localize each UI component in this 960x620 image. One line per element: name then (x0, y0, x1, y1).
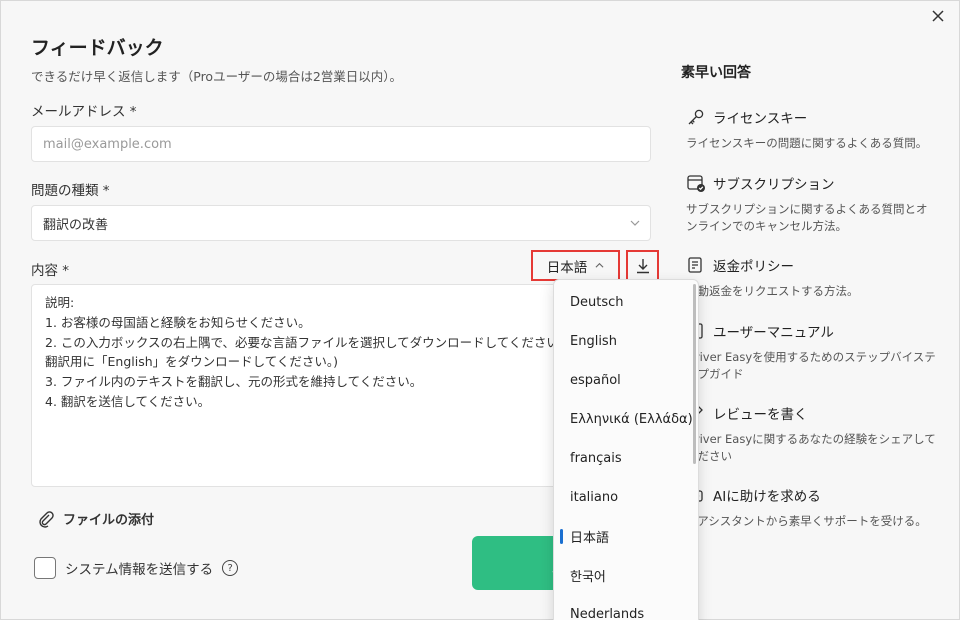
language-option[interactable]: Nederlands (554, 595, 698, 620)
quick-answer-desc: Driver Easyを使用するためのステップバイステップガイド (686, 350, 936, 381)
language-option[interactable]: français (554, 439, 698, 478)
quick-answer-desc: AIアシスタントから素早くサポートを受ける。 (686, 514, 927, 528)
content-line: 説明: (45, 295, 75, 310)
content-line: 1. お客様の母国語と経験をお知らせください。 (45, 314, 311, 330)
content-line: 3. ファイル内のテキストを翻訳し、元の形式を維持してください。 (45, 374, 423, 390)
quick-answer-link[interactable]: サブスクリプション (686, 173, 936, 193)
quick-answer-label: レビューを書く (713, 407, 808, 423)
quick-answer-link[interactable]: ライセンスキー (686, 107, 936, 127)
issue-type-label: 問題の種類 * (31, 183, 110, 199)
content-line: 2. この入力ボックスの右上隅で、必要な言語ファイルを選択してダウンロードしてく… (45, 334, 614, 350)
system-info-label: システム情報を送信する (65, 562, 214, 578)
quick-answer-refund: 返金ポリシー 自動返金をリクエストする方法。 (686, 255, 936, 300)
issue-type-value: 翻訳の改善 (43, 217, 109, 233)
quick-answer-ai-help: AIに助けを求める AIアシスタントから素早くサポートを受ける。 (686, 485, 936, 530)
quick-answer-license-key: ライセンスキー ライセンスキーの問題に関するよくある質問。 (686, 107, 936, 152)
email-field[interactable] (31, 126, 651, 162)
language-dropdown-menu: Deutsch English español Ελληνικά (Ελλάδα… (553, 279, 699, 620)
quick-answer-link[interactable]: レビューを書く (686, 403, 936, 423)
language-option[interactable]: Deutsch (554, 283, 698, 322)
quick-answer-label: ユーザーマニュアル (713, 325, 834, 341)
language-option[interactable]: 한국어 (554, 556, 698, 595)
system-info-checkbox[interactable] (34, 557, 56, 579)
refund-icon (686, 255, 706, 275)
send-system-info: システム情報を送信する ? (34, 557, 239, 579)
content-label: 内容 * (31, 263, 70, 279)
quick-answer-link[interactable]: AIに助けを求める (686, 485, 936, 505)
quick-answer-label: ライセンスキー (713, 111, 808, 127)
email-label: メールアドレス * (31, 104, 137, 120)
chevron-down-icon (630, 220, 640, 226)
quick-answer-desc: 自動返金をリクエストする方法。 (686, 284, 859, 298)
quick-answer-label: サブスクリプション (713, 177, 835, 193)
language-option[interactable]: Ελληνικά (Ελλάδα) (554, 400, 698, 439)
quick-answer-write-review: レビューを書く Driver Easyに関するあなたの経験をシェアしてください (686, 403, 936, 465)
issue-type-select[interactable]: 翻訳の改善 (31, 205, 651, 241)
dropdown-scrollbar[interactable] (693, 284, 696, 464)
quick-answer-subscription: サブスクリプション サブスクリプションに関するよくある質問とオンラインでのキャン… (686, 173, 936, 235)
attach-file-label: ファイルの添付 (63, 513, 155, 528)
close-button[interactable] (927, 5, 949, 27)
paperclip-icon (39, 510, 54, 528)
attach-file-button[interactable]: ファイルの添付 (37, 509, 154, 528)
language-option-selected[interactable]: 日本語 (554, 517, 698, 556)
quick-answer-link[interactable]: ユーザーマニュアル (686, 321, 936, 341)
dialog-title: フィードバック (31, 37, 164, 59)
quick-answers-title: 素早い回答 (681, 65, 751, 81)
quick-answer-desc: Driver Easyに関するあなたの経験をシェアしてください (686, 432, 936, 463)
quick-answer-label: AIに助けを求める (713, 489, 821, 505)
help-icon[interactable]: ? (222, 560, 239, 576)
feedback-dialog: フィードバック できるだけ早く返信します（Proユーザーの場合は2営業日以内）。… (0, 0, 960, 620)
close-icon (932, 10, 944, 22)
language-option[interactable]: English (554, 322, 698, 361)
content-line: 4. 翻訳を送信してください。 (45, 393, 211, 409)
download-icon (636, 258, 649, 273)
subscription-icon (686, 173, 706, 193)
language-option[interactable]: español (554, 361, 698, 400)
quick-answer-desc: ライセンスキーの問題に関するよくある質問。 (686, 136, 928, 150)
language-select-button[interactable]: 日本語 (531, 250, 620, 281)
language-select-value: 日本語 (546, 259, 588, 276)
chevron-up-icon (595, 262, 604, 268)
content-line: 翻訳用に「English」をダウンロードしてください。) (45, 354, 339, 370)
language-option[interactable]: italiano (554, 478, 698, 517)
quick-answer-user-manual: ユーザーマニュアル Driver Easyを使用するためのステップバイステップガ… (686, 321, 936, 383)
quick-answer-label: 返金ポリシー (713, 259, 794, 275)
dialog-subtitle: できるだけ早く返信します（Proユーザーの場合は2営業日以内）。 (31, 69, 403, 84)
key-icon (686, 107, 706, 127)
download-language-file-button[interactable] (626, 250, 659, 281)
quick-answer-link[interactable]: 返金ポリシー (686, 255, 936, 275)
quick-answer-desc: サブスクリプションに関するよくある質問とオンラインでのキャンセル方法。 (686, 202, 928, 233)
